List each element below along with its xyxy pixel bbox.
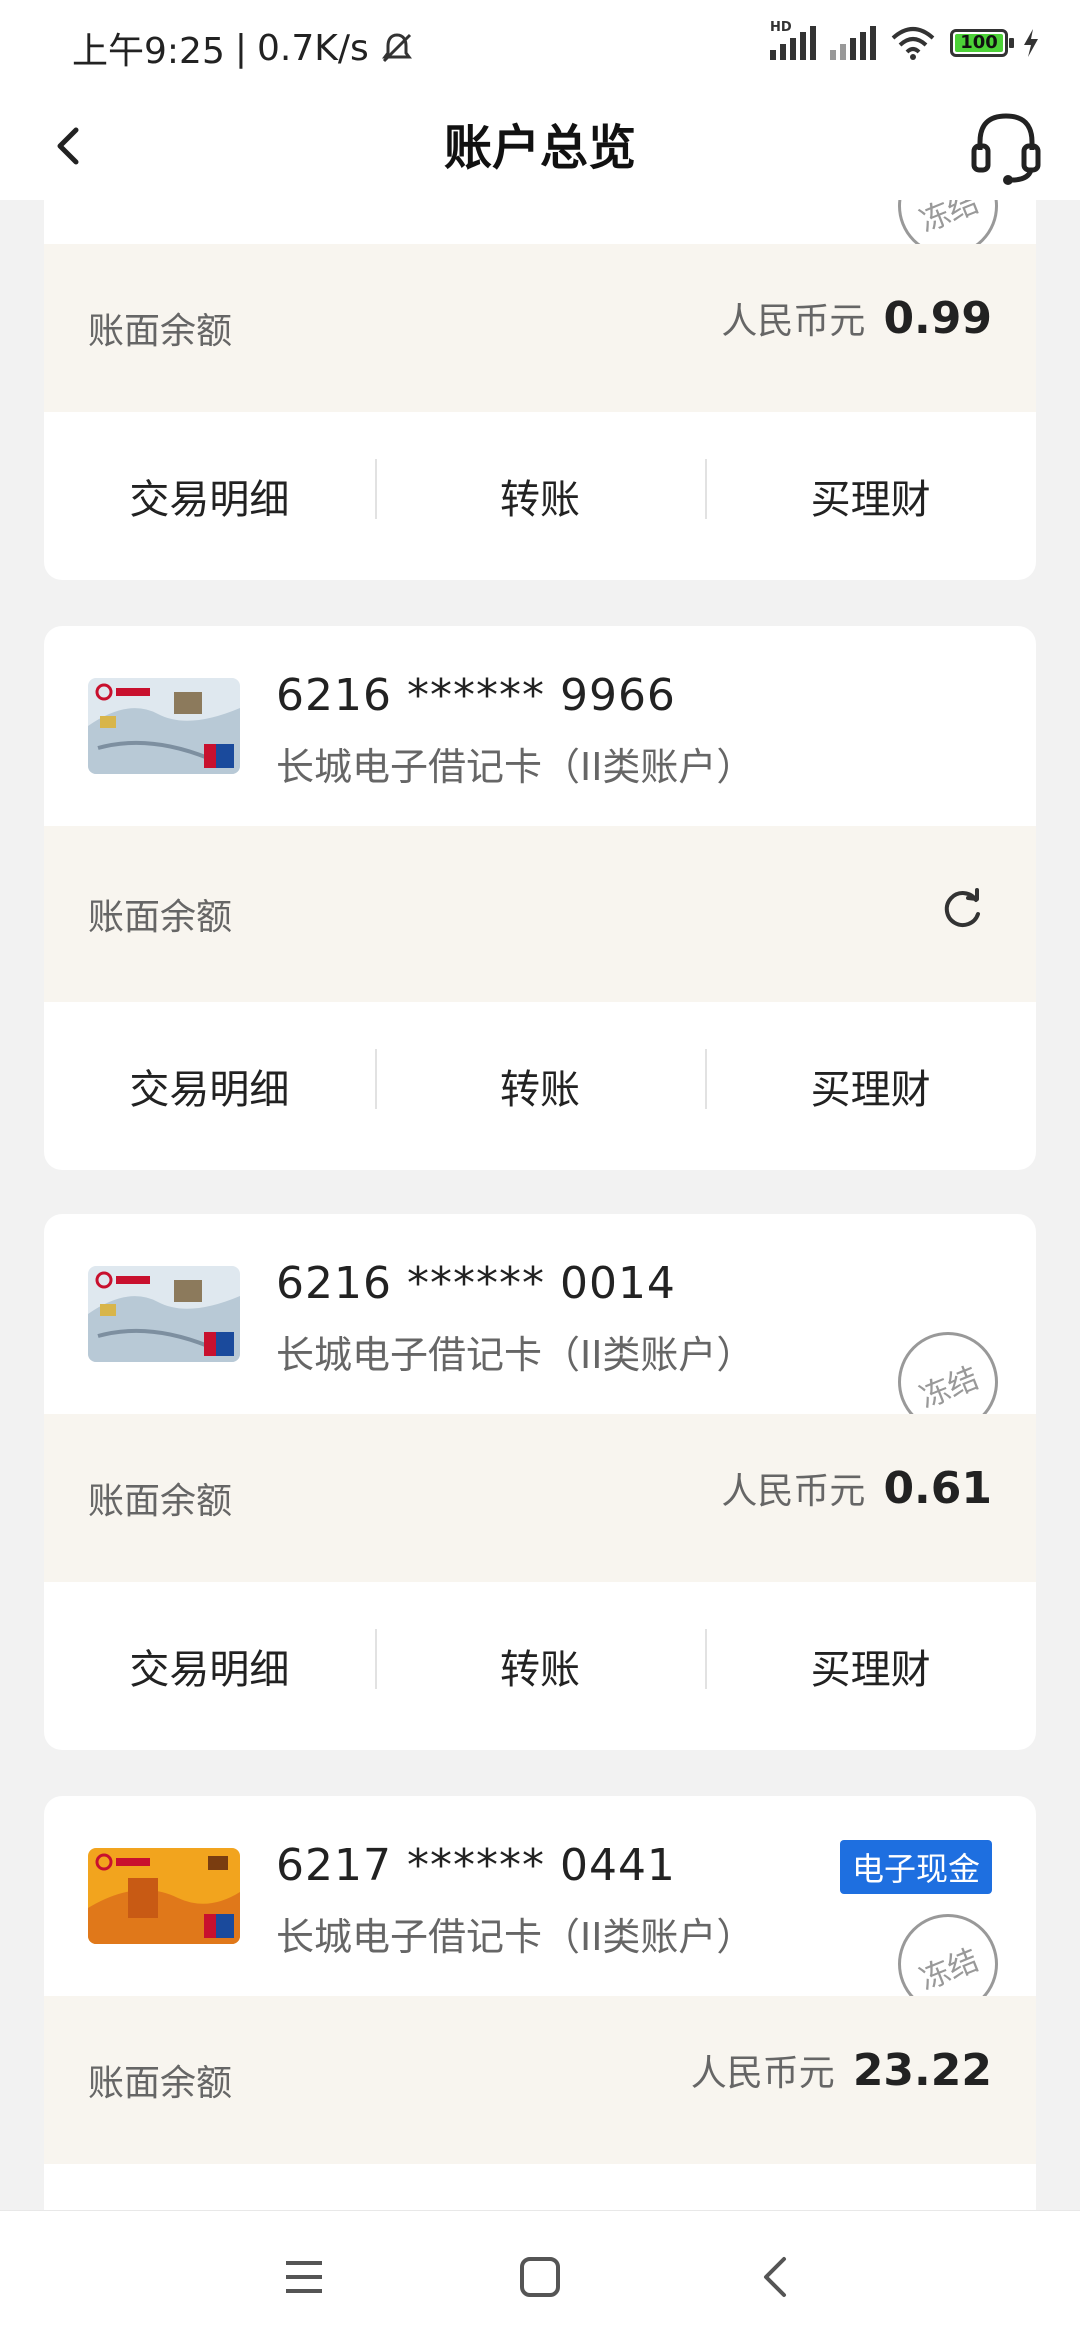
card-header[interactable]: 6217 ****** 0441 长城电子借记卡（II类账户） 电子现金 冻结 — [44, 1796, 1036, 2014]
balance-value: 人民币元 0.61 — [721, 1462, 992, 1514]
wifi-icon — [891, 27, 935, 60]
transaction-details-button[interactable]: 交易明细 — [44, 1057, 375, 1115]
status-divider: | — [234, 27, 247, 69]
refresh-icon[interactable] — [940, 888, 984, 932]
balance-label: 账面余额 — [88, 311, 233, 352]
balance-amount: 0.61 — [883, 1463, 992, 1514]
status-left: 上午9:25 | 0.7K/s — [72, 22, 415, 74]
transfer-button[interactable]: 转账 — [374, 1629, 706, 1695]
cellular-signal-icon: HD — [770, 20, 816, 60]
hd-label: HD — [770, 20, 792, 35]
card-header[interactable]: 6216 ****** 0014 长城电子借记卡（II类账户） 冻结 — [44, 1214, 1036, 1432]
account-card: 6216 ****** 9966 长城电子借记卡（II类账户） 账面余额 交易明… — [44, 626, 1036, 1170]
action-row: 交易明细 转账 买理财 — [44, 1002, 1036, 1170]
transaction-details-button[interactable]: 交易明细 — [44, 467, 375, 525]
account-type: 长城电子借记卡（II类账户） — [276, 1333, 755, 1377]
balance-amount: 23.22 — [852, 2045, 992, 2096]
balance-row: 账面余额 人民币元 0.99 — [44, 244, 1036, 412]
e-cash-badge: 电子现金 — [839, 1840, 992, 1894]
battery-icon: 100 — [950, 29, 1014, 57]
balance-value: 人民币元 0.99 — [721, 292, 992, 344]
nav-back-icon[interactable] — [754, 2255, 798, 2299]
frozen-label: 冻结 — [914, 1360, 984, 1416]
action-row: 交易明细 转账 买理财 — [44, 412, 1036, 580]
transfer-button[interactable]: 转账 — [374, 459, 706, 525]
account-number: 6217 ****** 0441 — [276, 1840, 676, 1891]
currency-label: 人民币元 — [690, 2053, 835, 2094]
frozen-label: 冻结 — [914, 200, 984, 240]
customer-service-icon[interactable] — [968, 106, 1044, 186]
debit-card-thumbnail-icon — [88, 1848, 240, 1944]
card-header[interactable]: 6216 ****** 9966 长城电子借记卡（II类账户） — [44, 626, 1036, 826]
balance-amount: 0.99 — [883, 293, 992, 344]
balance-label: 账面余额 — [88, 1481, 233, 1522]
status-speed: 0.7K/s — [256, 27, 369, 69]
balance-value: 人民币元 23.22 — [691, 2044, 992, 2096]
charging-icon — [1024, 29, 1038, 57]
buy-wealth-button[interactable]: 买理财 — [705, 1629, 1036, 1695]
mute-bell-icon — [381, 33, 412, 63]
buy-wealth-button[interactable]: 买理财 — [705, 459, 1036, 525]
account-type: 长城电子借记卡（II类账户） — [276, 1915, 755, 1959]
page-title: 账户总览 — [443, 120, 636, 176]
app-header: 账户总览 — [0, 96, 1080, 200]
cellular-signal-2-icon — [830, 26, 876, 60]
transaction-details-button[interactable]: 交易明细 — [44, 1637, 375, 1695]
currency-label: 人民币元 — [721, 1471, 866, 1512]
system-nav-bar — [0, 2210, 1080, 2341]
status-time: 上午9:25 — [72, 31, 225, 72]
account-card: 6217 ****** 0441 长城电子借记卡（II类账户） 电子现金 冻结 … — [44, 1796, 1036, 2210]
action-row: 交易明细 转账 买理财 — [44, 1582, 1036, 1750]
balance-row: 账面余额 人民币元 23.22 — [44, 1996, 1036, 2164]
account-card: 冻结 账面余额 人民币元 0.99 交易明细 转账 买理财 — [44, 200, 1036, 580]
balance-label: 账面余额 — [88, 2063, 233, 2104]
debit-card-thumbnail-icon — [88, 678, 240, 774]
account-card: 6216 ****** 0014 长城电子借记卡（II类账户） 冻结 账面余额 … — [44, 1214, 1036, 1750]
buy-wealth-button[interactable]: 买理财 — [705, 1049, 1036, 1115]
balance-row: 账面余额 — [44, 826, 1036, 1002]
debit-card-thumbnail-icon — [88, 1266, 240, 1362]
balance-row: 账面余额 人民币元 0.61 — [44, 1414, 1036, 1582]
battery-level: 100 — [960, 32, 998, 53]
menu-icon[interactable] — [282, 2255, 326, 2299]
status-bar: 上午9:25 | 0.7K/s HD 100 — [0, 0, 1080, 96]
frozen-label: 冻结 — [914, 1942, 984, 1998]
card-header: 冻结 — [44, 200, 1036, 256]
transfer-button[interactable]: 转账 — [374, 1049, 706, 1115]
account-number: 6216 ****** 0014 — [276, 1258, 676, 1309]
account-list[interactable]: 冻结 账面余额 人民币元 0.99 交易明细 转账 买理财 6216 *****… — [0, 200, 1080, 2210]
account-number: 6216 ****** 9966 — [276, 670, 676, 721]
balance-label: 账面余额 — [88, 897, 233, 938]
account-type: 长城电子借记卡（II类账户） — [276, 745, 755, 789]
status-right: HD 100 — [770, 20, 1040, 60]
home-icon[interactable] — [518, 2255, 562, 2299]
currency-label: 人民币元 — [721, 301, 866, 342]
